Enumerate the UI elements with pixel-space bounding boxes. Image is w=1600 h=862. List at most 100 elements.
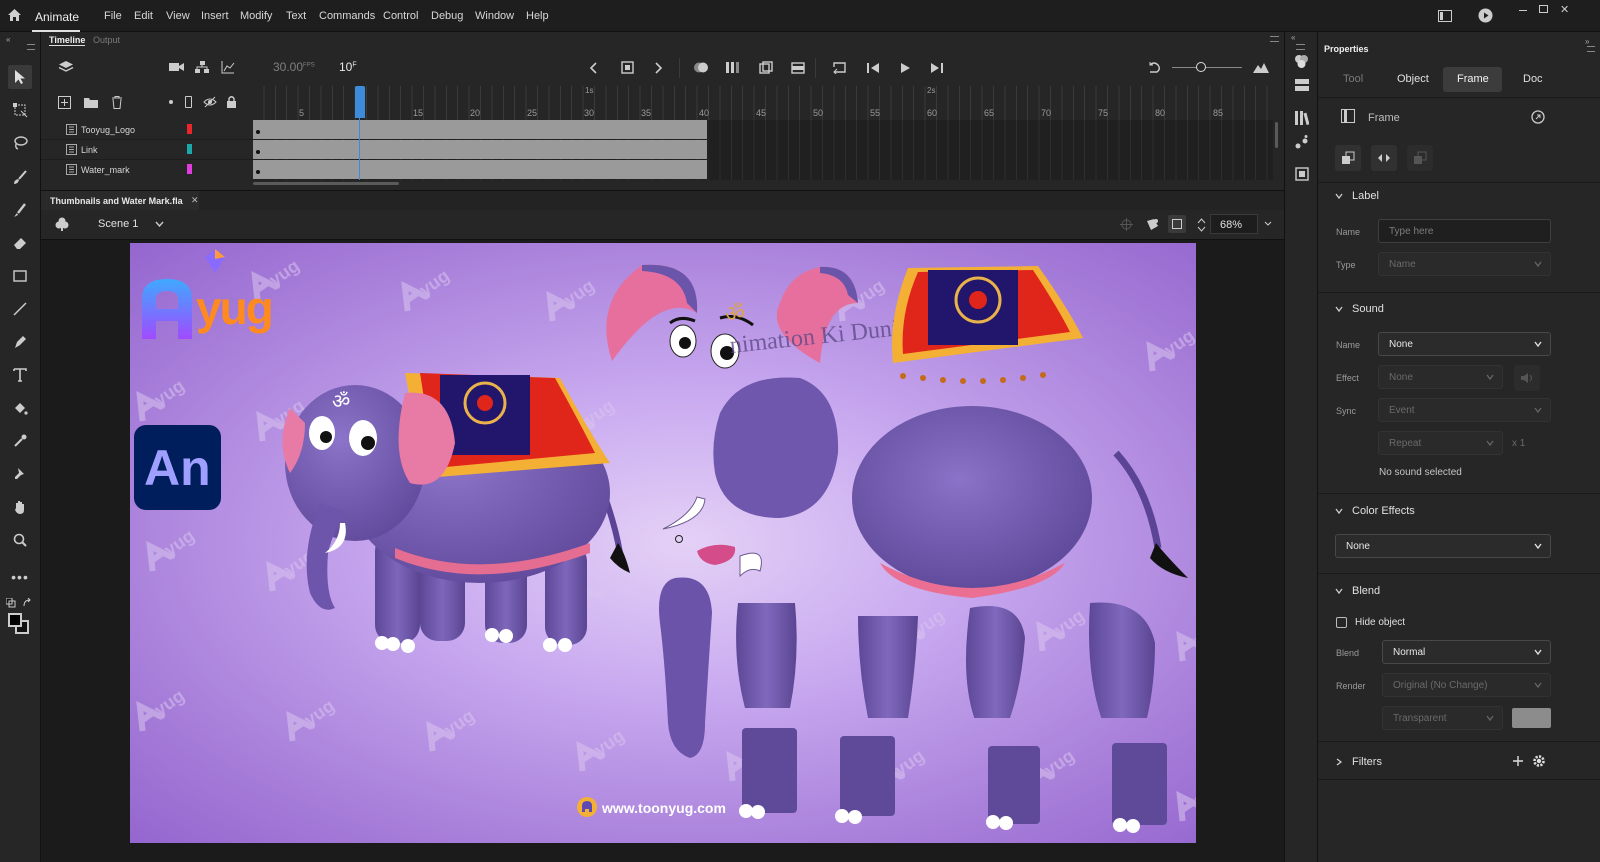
- upper-legs-parts[interactable]: [730, 598, 1196, 718]
- hand-tool-icon[interactable]: [8, 495, 32, 519]
- menu-file[interactable]: File: [104, 10, 122, 22]
- render-select[interactable]: Original (No Change): [1382, 673, 1551, 697]
- sound-repeat-count[interactable]: x 1: [1512, 438, 1525, 449]
- stroke-fill-swatch[interactable]: [7, 612, 31, 636]
- slider-thumb[interactable]: [1196, 62, 1206, 72]
- delete-layer-icon[interactable]: [111, 96, 123, 109]
- sound-section-title[interactable]: Sound: [1352, 303, 1384, 315]
- logo-text[interactable]: yug: [196, 281, 274, 335]
- library-panel-icon[interactable]: [1295, 111, 1309, 125]
- sound-sync-select[interactable]: Event: [1378, 398, 1551, 422]
- tab-output[interactable]: Output: [93, 35, 120, 45]
- pin-tool-icon[interactable]: [8, 462, 32, 486]
- align-panel-icon[interactable]: [1295, 79, 1309, 91]
- next-keyframe-icon[interactable]: [655, 62, 663, 74]
- label-chevron-icon[interactable]: [1335, 192, 1343, 200]
- close-tab-icon[interactable]: ✕: [191, 195, 199, 206]
- clip-content-icon[interactable]: [1145, 217, 1160, 232]
- fps-display[interactable]: 30.00FPS: [273, 60, 315, 74]
- zoom-stepper-icon[interactable]: [1197, 216, 1206, 234]
- loop-range-icon[interactable]: [791, 62, 805, 74]
- menu-view[interactable]: View: [166, 10, 190, 22]
- assembled-elephant[interactable]: ॐ: [280, 353, 640, 673]
- sound-effect-select[interactable]: None: [1378, 365, 1503, 389]
- eraser-tool-icon[interactable]: [8, 231, 32, 255]
- keyframe-dot[interactable]: [256, 170, 260, 174]
- body-part[interactable]: [850, 403, 1095, 603]
- frame-grid[interactable]: [253, 120, 1273, 180]
- zoom-dropdown-icon[interactable]: [1264, 221, 1272, 226]
- keyframe-dot[interactable]: [256, 150, 260, 154]
- mountain-icon[interactable]: [1253, 61, 1269, 73]
- lower-legs-parts[interactable]: [730, 728, 1196, 843]
- head-part[interactable]: [710, 373, 840, 523]
- menu-debug[interactable]: Debug: [431, 10, 463, 22]
- home-icon[interactable]: [7, 8, 22, 22]
- lasso-tool-icon[interactable]: [8, 131, 32, 155]
- sound-name-select[interactable]: None: [1378, 332, 1551, 356]
- center-stage-icon[interactable]: [1168, 215, 1186, 233]
- website-link[interactable]: www.toonyug.com: [602, 800, 726, 816]
- color-panel-icon[interactable]: [1294, 54, 1309, 68]
- frame-value[interactable]: 10: [339, 60, 352, 74]
- logo-letter-a[interactable]: [138, 275, 196, 341]
- collapse-icon[interactable]: «: [6, 35, 10, 44]
- timeline-h-scrollbar[interactable]: [253, 182, 399, 185]
- zoom-tool-icon[interactable]: [8, 528, 32, 552]
- layer-name[interactable]: Water_mark: [81, 165, 130, 175]
- lock-all-icon[interactable]: [226, 95, 237, 108]
- panel-menu-icon[interactable]: [1270, 36, 1279, 42]
- trunk-part[interactable]: [650, 573, 720, 763]
- swap-colors-icon[interactable]: [23, 598, 33, 608]
- fit-frames-icon[interactable]: [759, 61, 773, 75]
- test-movie-icon[interactable]: [1478, 8, 1493, 23]
- rectangle-tool-icon[interactable]: [8, 264, 32, 288]
- layer-row[interactable]: Link: [41, 140, 253, 160]
- tab-tool[interactable]: Tool: [1343, 73, 1363, 85]
- scene-icon[interactable]: [55, 217, 69, 231]
- edit-multiple-frames-icon[interactable]: [726, 61, 741, 74]
- fps-value[interactable]: 30.00: [273, 60, 303, 74]
- frame-span[interactable]: [253, 120, 709, 139]
- layer-row[interactable]: Tooyug_Logo: [41, 120, 253, 140]
- keyframe-dot[interactable]: [256, 130, 260, 134]
- render-color-swatch[interactable]: [1512, 708, 1551, 728]
- close-icon[interactable]: ✕: [1560, 3, 1569, 16]
- document-tab-title[interactable]: Thumbnails and Water Mark.fla: [50, 196, 183, 206]
- gear-icon[interactable]: [1532, 754, 1546, 768]
- hide-all-icon[interactable]: [203, 96, 217, 108]
- assets-panel-icon[interactable]: [1295, 167, 1309, 181]
- menu-help[interactable]: Help: [526, 10, 549, 22]
- pen-tool-icon[interactable]: [8, 330, 32, 354]
- motion-presets-icon[interactable]: [1295, 135, 1309, 149]
- frame-ruler[interactable]: 1s 2s 5 15 20 25 30 35 40 45 50 55 60 65…: [253, 86, 1273, 120]
- outline-icon[interactable]: [185, 96, 192, 108]
- camera-icon[interactable]: [169, 61, 184, 73]
- panel-layout-icon[interactable]: [1438, 10, 1452, 22]
- grip-icon[interactable]: [1296, 44, 1305, 50]
- transparent-select[interactable]: Transparent: [1382, 706, 1503, 730]
- loop-icon[interactable]: [832, 61, 847, 74]
- tab-timeline[interactable]: Timeline: [49, 35, 86, 46]
- zoom-input[interactable]: 68%: [1210, 214, 1258, 234]
- zoom-value[interactable]: 68%: [1220, 219, 1242, 231]
- highlight-dot-icon[interactable]: [169, 100, 173, 104]
- play-icon[interactable]: [900, 62, 911, 74]
- layer-color-swatch[interactable]: [187, 124, 192, 134]
- paint-bucket-tool-icon[interactable]: [8, 396, 32, 420]
- filters-section-title[interactable]: Filters: [1352, 756, 1382, 768]
- menu-modify[interactable]: Modify: [240, 10, 272, 22]
- tab-doc[interactable]: Doc: [1523, 73, 1543, 85]
- menu-text[interactable]: Text: [286, 10, 306, 22]
- restore-icon[interactable]: [1539, 5, 1548, 13]
- blend-select[interactable]: Normal: [1382, 640, 1551, 664]
- tusk-part[interactable]: [655, 493, 715, 543]
- layers-icon[interactable]: [58, 60, 74, 74]
- paint-brush-tool-icon[interactable]: [8, 198, 32, 222]
- transform-point-icon[interactable]: [675, 535, 683, 543]
- menu-edit[interactable]: Edit: [134, 10, 153, 22]
- label-type-select[interactable]: Name: [1378, 252, 1551, 276]
- layer-color-swatch[interactable]: [187, 144, 192, 154]
- sound-chevron-icon[interactable]: [1335, 305, 1343, 313]
- menu-insert[interactable]: Insert: [201, 10, 229, 22]
